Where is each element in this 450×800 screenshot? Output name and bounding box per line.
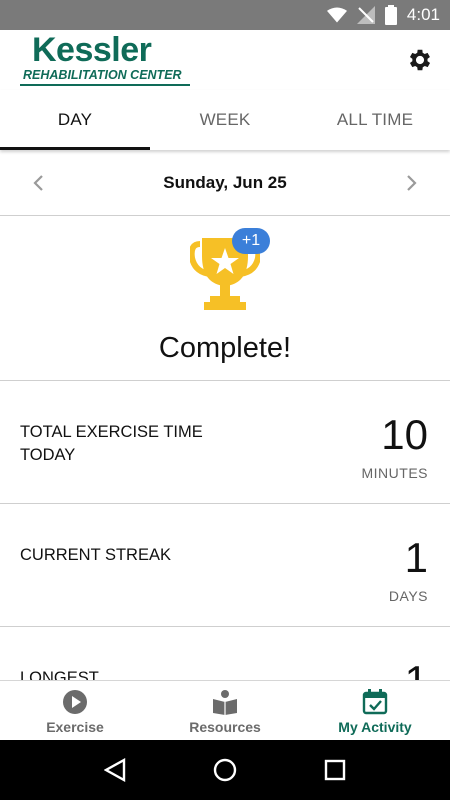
home-circle-icon <box>213 758 237 782</box>
stat-longest-streak: LONGEST 1 <box>0 627 450 680</box>
recents-button[interactable] <box>320 755 350 785</box>
nav-resources-label: Resources <box>189 719 261 735</box>
achievement-status: Complete! <box>158 332 292 364</box>
status-time: 4:01 <box>406 5 440 24</box>
logo-underline <box>20 84 190 86</box>
tab-week[interactable]: WEEK <box>150 90 300 150</box>
reading-person-icon <box>213 690 237 715</box>
home-button[interactable] <box>210 755 240 785</box>
calendar-check-icon <box>362 689 388 715</box>
period-tabs: DAY WEEK ALL TIME <box>0 90 450 150</box>
date-navigator: Sunday, Jun 25 <box>0 150 450 216</box>
stat-total-time: TOTAL EXERCISE TIME TODAY 10 MINUTES <box>0 381 450 504</box>
stat-title: LONGEST <box>20 669 99 680</box>
gear-icon[interactable] <box>406 46 434 74</box>
back-button[interactable] <box>100 755 130 785</box>
stat-value: 10 <box>381 411 428 458</box>
no-signal-icon <box>356 6 375 24</box>
status-icons: 4:01 <box>326 0 440 30</box>
nav-my-activity[interactable]: My Activity <box>300 681 450 740</box>
logo-name: Kessler <box>32 31 152 69</box>
tab-day[interactable]: DAY <box>0 90 150 150</box>
status-bar: 4:01 <box>0 0 450 30</box>
stat-unit: DAYS <box>388 588 428 604</box>
battery-icon <box>384 5 397 25</box>
play-circle-icon <box>63 690 87 714</box>
kessler-logo: Kessler REHABILITATION CENTER <box>20 31 192 87</box>
logo-subtitle: REHABILITATION CENTER <box>23 68 182 82</box>
wifi-icon <box>326 7 347 23</box>
stat-title: TOTAL EXERCISE TIME TODAY <box>20 423 203 464</box>
system-navigation-bar <box>0 740 450 800</box>
stat-value: 1 <box>405 657 428 680</box>
stat-title: CURRENT STREAK <box>20 546 171 564</box>
nav-my-activity-label: My Activity <box>338 719 412 735</box>
recents-square-icon <box>324 759 346 781</box>
nav-exercise-label: Exercise <box>46 719 104 735</box>
achievement-card: +1 Complete! <box>0 216 450 381</box>
chevron-right-icon[interactable] <box>402 174 420 192</box>
tab-all-time[interactable]: ALL TIME <box>300 90 450 150</box>
stat-unit: MINUTES <box>361 465 428 481</box>
nav-resources[interactable]: Resources <box>150 681 300 740</box>
app-header: Kessler REHABILITATION CENTER <box>0 30 450 90</box>
chevron-left-icon[interactable] <box>30 174 48 192</box>
current-date: Sunday, Jun 25 <box>163 172 287 192</box>
achievement-badge: +1 <box>232 228 270 254</box>
back-triangle-icon <box>104 758 126 782</box>
stat-value: 1 <box>404 534 428 581</box>
bottom-navigation: Exercise Resources My Activity <box>0 680 450 740</box>
nav-exercise[interactable]: Exercise <box>0 681 150 740</box>
stat-current-streak: CURRENT STREAK 1 DAYS <box>0 504 450 627</box>
